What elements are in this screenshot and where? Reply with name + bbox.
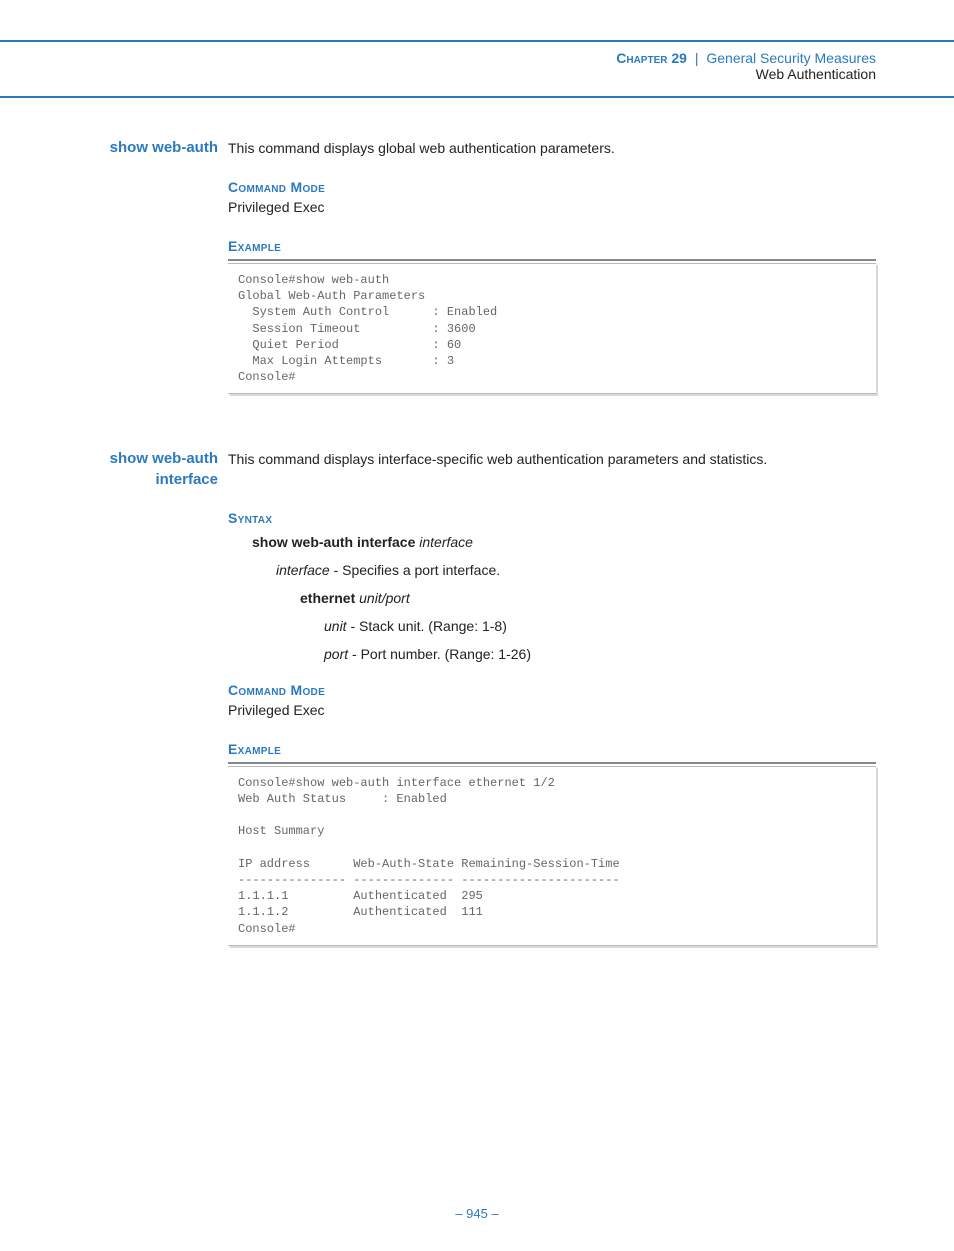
code-text: Console#show web-auth interface ethernet… [238, 775, 866, 937]
chapter-title: General Security Measures [706, 50, 876, 66]
example-section: Example [228, 741, 876, 757]
code-block: Console#show web-auth Global Web-Auth Pa… [228, 259, 876, 394]
syntax-desc: - Stack unit. (Range: 1-8) [350, 618, 506, 634]
header-subtitle: Web Authentication [0, 66, 876, 82]
section-title: Command Mode [228, 179, 876, 195]
command-show-web-auth: show web-auth This command displays glob… [78, 138, 876, 394]
syntax-interface-line: interface - Specifies a port interface. [276, 562, 876, 578]
syntax-section: Syntax show web-auth interface interface… [228, 510, 876, 662]
command-name: show web-auth interface [78, 449, 228, 490]
page-header: Chapter 29 | General Security Measures W… [0, 42, 954, 98]
command-name: show web-auth [78, 138, 228, 158]
section-title: Example [228, 741, 876, 757]
page-number: – 945 – [0, 1206, 954, 1251]
syntax-italic: interface [276, 562, 330, 578]
syntax-desc: - Specifies a port interface. [334, 562, 501, 578]
syntax-desc: - Port number. (Range: 1-26) [352, 646, 531, 662]
syntax-bold: show web-auth interface [252, 534, 415, 550]
section-body: Privileged Exec [228, 700, 876, 721]
syntax-command-line: show web-auth interface interface [252, 534, 876, 550]
syntax-italic: unit [324, 618, 347, 634]
code-text: Console#show web-auth Global Web-Auth Pa… [238, 272, 866, 385]
section-title: Example [228, 238, 876, 254]
syntax-unit-line: unit - Stack unit. (Range: 1-8) [324, 618, 876, 634]
example-section: Example [228, 238, 876, 254]
syntax-ethernet-line: ethernet unit/port [300, 590, 876, 606]
command-description: This command displays global web authent… [228, 138, 876, 159]
section-body: Privileged Exec [228, 197, 876, 218]
syntax-italic: port [324, 646, 348, 662]
page-content: show web-auth This command displays glob… [0, 98, 954, 946]
command-show-web-auth-interface: show web-auth interface This command dis… [78, 449, 876, 945]
command-mode-section: Command Mode Privileged Exec [228, 682, 876, 721]
syntax-italic: interface [419, 534, 473, 550]
command-description: This command displays interface-specific… [228, 449, 876, 470]
header-separator: | [691, 50, 703, 66]
command-mode-section: Command Mode Privileged Exec [228, 179, 876, 218]
code-block: Console#show web-auth interface ethernet… [228, 762, 876, 946]
section-title: Command Mode [228, 682, 876, 698]
syntax-port-line: port - Port number. (Range: 1-26) [324, 646, 876, 662]
section-title: Syntax [228, 510, 876, 526]
syntax-bold: ethernet [300, 590, 355, 606]
chapter-label: Chapter 29 [616, 50, 687, 66]
syntax-italic: unit/port [359, 590, 410, 606]
